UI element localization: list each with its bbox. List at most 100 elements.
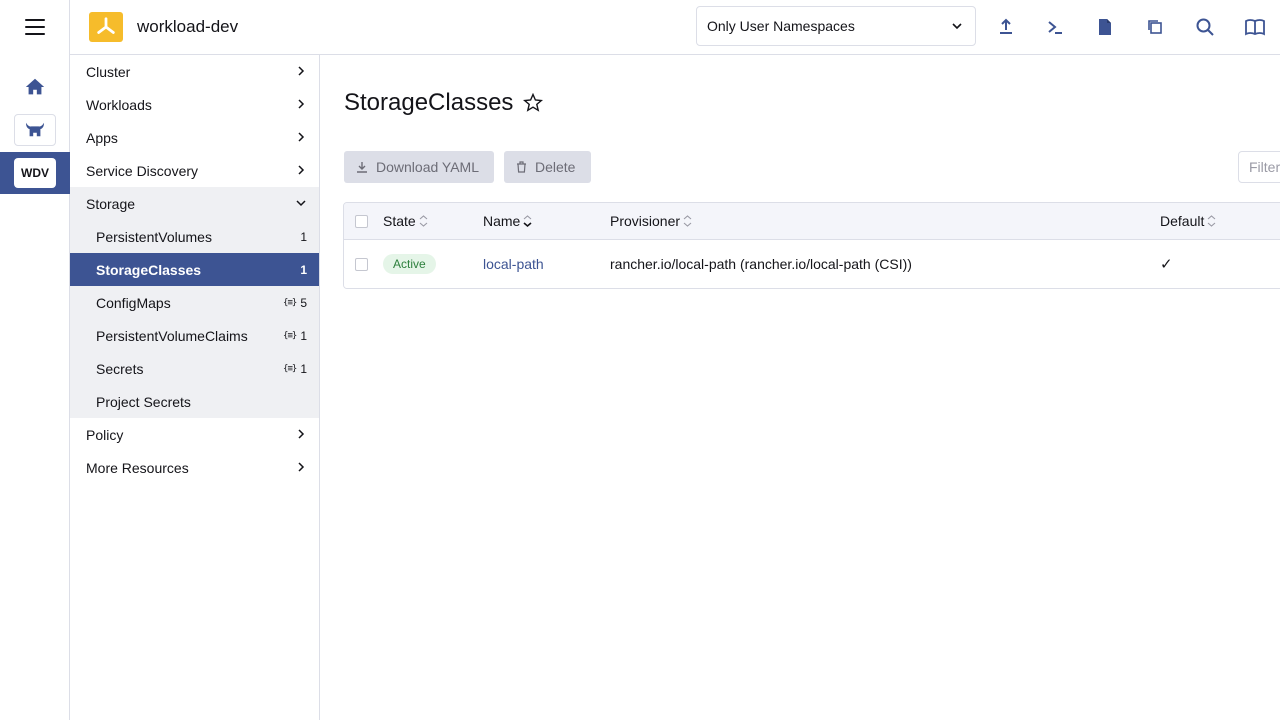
sidebar-item-label: PersistentVolumes <box>96 228 212 245</box>
namespace-filter-select[interactable]: Only User Namespaces <box>696 6 976 46</box>
item-count: 1 <box>300 262 307 277</box>
table-row: Active local-path rancher.io/local-path … <box>344 240 1280 288</box>
chevron-right-icon <box>298 462 305 472</box>
column-header-state[interactable]: State <box>383 203 428 239</box>
filter-input[interactable]: Filter <box>1238 151 1280 183</box>
namespaced-icon: {≡} <box>283 297 297 308</box>
longhorn-icon <box>26 122 44 137</box>
select-all-cell <box>355 203 368 239</box>
import-yaml-icon[interactable] <box>995 16 1017 38</box>
trash-icon <box>517 161 526 173</box>
chevron-right-icon <box>298 429 305 439</box>
sidebar-item-secrets[interactable]: Secrets {≡} 1 <box>70 352 319 385</box>
name-cell: local-path <box>483 240 544 288</box>
checkmark-icon: ✓ <box>1160 256 1173 273</box>
sidebar-item-label: StorageClasses <box>96 261 202 278</box>
download-icon <box>357 162 367 173</box>
sort-icon <box>1208 215 1216 227</box>
sidebar-item-configmaps[interactable]: ConfigMaps {≡} 5 <box>70 286 319 319</box>
chevron-down-icon <box>952 23 962 30</box>
sidebar-item-project-secrets[interactable]: Project Secrets <box>70 385 319 418</box>
column-header-label: Default <box>1160 213 1205 229</box>
storageclasses-table: State Name Provisioner Default Active lo… <box>343 202 1280 289</box>
delete-label: Delete <box>535 159 576 175</box>
column-header-name[interactable]: Name <box>483 203 532 239</box>
sort-ascending-icon <box>523 215 532 228</box>
column-header-label: State <box>383 213 416 229</box>
column-header-provisioner[interactable]: Provisioner <box>610 203 692 239</box>
page-title: StorageClasses <box>344 89 544 117</box>
active-cluster-highlight: WDV <box>0 152 70 194</box>
nav-group-cluster[interactable]: Cluster <box>70 55 319 88</box>
download-kubeconfig-icon[interactable] <box>1094 16 1116 38</box>
state-cell: Active <box>383 240 436 288</box>
namespace-filter-value: Only User Namespaces <box>707 18 855 34</box>
resource-name-link[interactable]: local-path <box>483 256 544 272</box>
nav-group-label: Policy <box>86 426 124 443</box>
nav-group-workloads[interactable]: Workloads <box>70 88 319 121</box>
chevron-right-icon <box>298 99 305 109</box>
cluster-explorer-icon[interactable] <box>14 114 56 146</box>
nav-group-label: Cluster <box>86 63 131 80</box>
cluster-badge-wdv[interactable]: WDV <box>14 158 56 188</box>
sidebar-item-storageclasses[interactable]: StorageClasses 1 <box>70 253 319 286</box>
sidebar-item-label: Project Secrets <box>96 393 191 410</box>
nav-group-service-discovery[interactable]: Service Discovery <box>70 154 319 187</box>
cluster-name: workload-dev <box>137 17 239 36</box>
sidebar-item-label: ConfigMaps <box>96 294 171 311</box>
namespaced-icon: {≡} <box>283 330 297 341</box>
search-icon[interactable] <box>1194 16 1216 38</box>
nav-group-label: Service Discovery <box>86 162 199 179</box>
chevron-right-icon <box>298 132 305 142</box>
nav-group-more-resources[interactable]: More Resources <box>70 451 319 484</box>
nav-group-label: Apps <box>86 129 118 146</box>
sidebar-item-persistentvolumeclaims[interactable]: PersistentVolumeClaims {≡} 1 <box>70 319 319 352</box>
provisioner-cell: rancher.io/local-path (rancher.io/local-… <box>610 256 912 272</box>
filter-placeholder: Filter <box>1249 159 1280 175</box>
nav-group-label: More Resources <box>86 459 189 476</box>
nav-group-policy[interactable]: Policy <box>70 418 319 451</box>
delete-button[interactable]: Delete <box>504 151 591 183</box>
left-rail: WDV <box>0 0 70 720</box>
sidebar-item-label: PersistentVolumeClaims <box>96 327 248 344</box>
column-header-label: Name <box>483 213 521 229</box>
nav-group-storage[interactable]: Storage <box>70 187 319 220</box>
sort-icon <box>683 215 692 227</box>
select-all-checkbox[interactable] <box>355 214 368 228</box>
item-count: {≡} 1 <box>283 361 307 376</box>
default-cell: ✓ <box>1160 240 1173 288</box>
nav-group-label: Workloads <box>86 96 152 113</box>
home-icon[interactable] <box>24 76 46 98</box>
item-count: 1 <box>300 229 307 244</box>
favorite-star-icon[interactable] <box>523 93 544 113</box>
nav-group-apps[interactable]: Apps <box>70 121 319 154</box>
item-count: {≡} 5 <box>283 295 307 310</box>
kubectl-shell-icon[interactable] <box>1044 16 1066 38</box>
chevron-right-icon <box>298 165 305 175</box>
sidebar-item-label: Secrets <box>96 360 144 377</box>
chevron-right-icon <box>298 66 305 76</box>
column-header-default[interactable]: Default <box>1160 203 1216 239</box>
row-select-cell <box>355 240 368 288</box>
item-count: {≡} 1 <box>283 328 307 343</box>
namespaced-icon: {≡} <box>283 363 297 374</box>
column-header-label: Provisioner <box>610 213 681 229</box>
top-header: workload-dev Only User Namespaces <box>70 0 1280 55</box>
status-badge: Active <box>383 254 436 274</box>
table-header: State Name Provisioner Default <box>344 203 1280 240</box>
chevron-down-icon <box>296 200 306 207</box>
nav-group-label: Storage <box>86 195 136 212</box>
docs-book-icon[interactable] <box>1244 16 1266 38</box>
sort-icon <box>419 215 428 227</box>
row-checkbox[interactable] <box>355 257 368 271</box>
hamburger-menu-icon[interactable] <box>25 19 45 35</box>
side-navigation: Cluster Workloads Apps Service Discovery… <box>70 55 320 720</box>
storage-submenu: PersistentVolumes 1 StorageClasses 1 Con… <box>70 220 319 418</box>
download-yaml-label: Download YAML <box>376 159 479 175</box>
copy-kubeconfig-icon[interactable] <box>1144 16 1166 38</box>
cluster-logo-icon <box>89 12 123 42</box>
main-content: StorageClasses Download YAML Delete Filt… <box>320 55 1280 720</box>
sidebar-item-persistentvolumes[interactable]: PersistentVolumes 1 <box>70 220 319 253</box>
page-title-text: StorageClasses <box>344 89 514 116</box>
download-yaml-button[interactable]: Download YAML <box>344 151 494 183</box>
